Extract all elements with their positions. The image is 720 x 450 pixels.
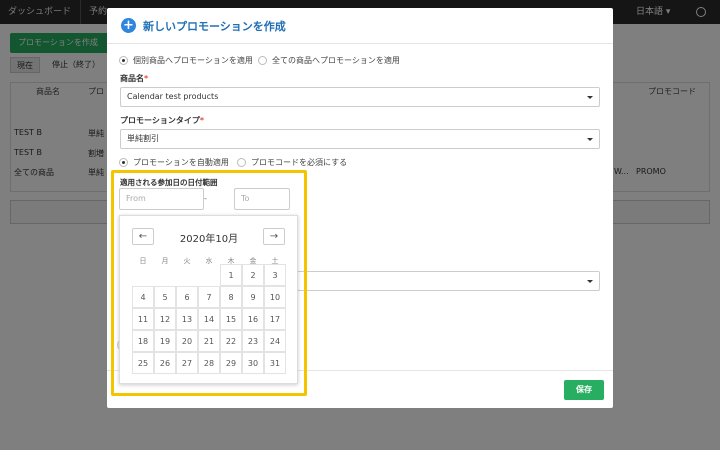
calendar-day[interactable]: 4 <box>132 286 154 308</box>
calendar-day[interactable]: 2 <box>242 264 264 286</box>
prev-month-button[interactable]: ← <box>132 228 154 245</box>
calendar-day[interactable]: 29 <box>220 352 242 374</box>
date-to-input[interactable]: To <box>234 188 290 210</box>
require-code-label: プロモコードを必須にする <box>251 158 348 167</box>
lower-select[interactable] <box>297 271 600 291</box>
auto-apply-radio[interactable] <box>119 158 128 167</box>
weekday-label: 日 <box>139 257 147 265</box>
apply-all-radio[interactable] <box>258 56 267 65</box>
calendar-day[interactable]: 30 <box>242 352 264 374</box>
chevron-down-icon <box>587 280 593 283</box>
chevron-down-icon <box>587 96 593 99</box>
calendar-month-title: 2020年10月 <box>179 234 239 245</box>
calendar-day[interactable]: 14 <box>198 308 220 330</box>
plus-icon: + <box>121 18 136 33</box>
calendar-day[interactable]: 17 <box>264 308 286 330</box>
calendar-day[interactable]: 19 <box>154 330 176 352</box>
date-range-label: 適用される参加日の日付範囲 <box>120 178 218 187</box>
calendar-day[interactable]: 20 <box>176 330 198 352</box>
product-name-label: 商品名* <box>120 74 149 83</box>
calendar-day[interactable]: 25 <box>132 352 154 374</box>
apply-all-label: 全ての商品へプロモーションを適用 <box>272 56 400 65</box>
chevron-down-icon <box>587 138 593 141</box>
auto-apply-label: プロモーションを自動適用 <box>133 158 229 167</box>
calendar-day[interactable]: 16 <box>242 308 264 330</box>
calendar-day[interactable]: 6 <box>176 286 198 308</box>
calendar-day[interactable]: 10 <box>264 286 286 308</box>
calendar-day[interactable]: 15 <box>220 308 242 330</box>
date-from-input[interactable]: From <box>119 188 204 210</box>
calendar-day[interactable]: 22 <box>220 330 242 352</box>
calendar-day[interactable]: 5 <box>154 286 176 308</box>
calendar-day[interactable]: 23 <box>242 330 264 352</box>
calendar-day[interactable]: 11 <box>132 308 154 330</box>
weekday-label: 月 <box>161 257 169 265</box>
modal-title: 新しいプロモーションを作成 <box>143 20 286 33</box>
weekday-label: 水 <box>205 257 213 265</box>
apply-individual-radio[interactable] <box>119 56 128 65</box>
calendar-day[interactable]: 7 <box>198 286 220 308</box>
calendar-day[interactable]: 18 <box>132 330 154 352</box>
calendar-day[interactable]: 28 <box>198 352 220 374</box>
calendar-day[interactable]: 31 <box>264 352 286 374</box>
promotion-type-label: プロモーションタイプ* <box>120 116 205 125</box>
calendar-day[interactable]: 24 <box>264 330 286 352</box>
calendar-day[interactable]: 21 <box>198 330 220 352</box>
product-select-value: Calendar test products <box>127 92 219 101</box>
save-button[interactable]: 保存 <box>564 380 604 400</box>
promotion-type-value: 単純割引 <box>127 134 159 143</box>
next-month-button[interactable]: → <box>263 228 285 245</box>
date-separator: - <box>204 194 207 203</box>
weekday-label: 火 <box>183 257 191 265</box>
calendar-day[interactable]: 3 <box>264 264 286 286</box>
calendar-day[interactable]: 26 <box>154 352 176 374</box>
promotion-type-select[interactable]: 単純割引 <box>120 129 600 149</box>
require-code-radio[interactable] <box>237 158 246 167</box>
calendar-day[interactable]: 1 <box>220 264 242 286</box>
calendar-day[interactable]: 9 <box>242 286 264 308</box>
calendar-day[interactable]: 12 <box>154 308 176 330</box>
calendar-day[interactable]: 8 <box>220 286 242 308</box>
product-select[interactable]: Calendar test products <box>120 87 600 107</box>
calendar-day[interactable]: 27 <box>176 352 198 374</box>
apply-individual-label: 個別商品へプロモーションを適用 <box>133 56 253 65</box>
modal-header: + 新しいプロモーションを作成 <box>107 8 613 44</box>
calendar-day[interactable]: 13 <box>176 308 198 330</box>
